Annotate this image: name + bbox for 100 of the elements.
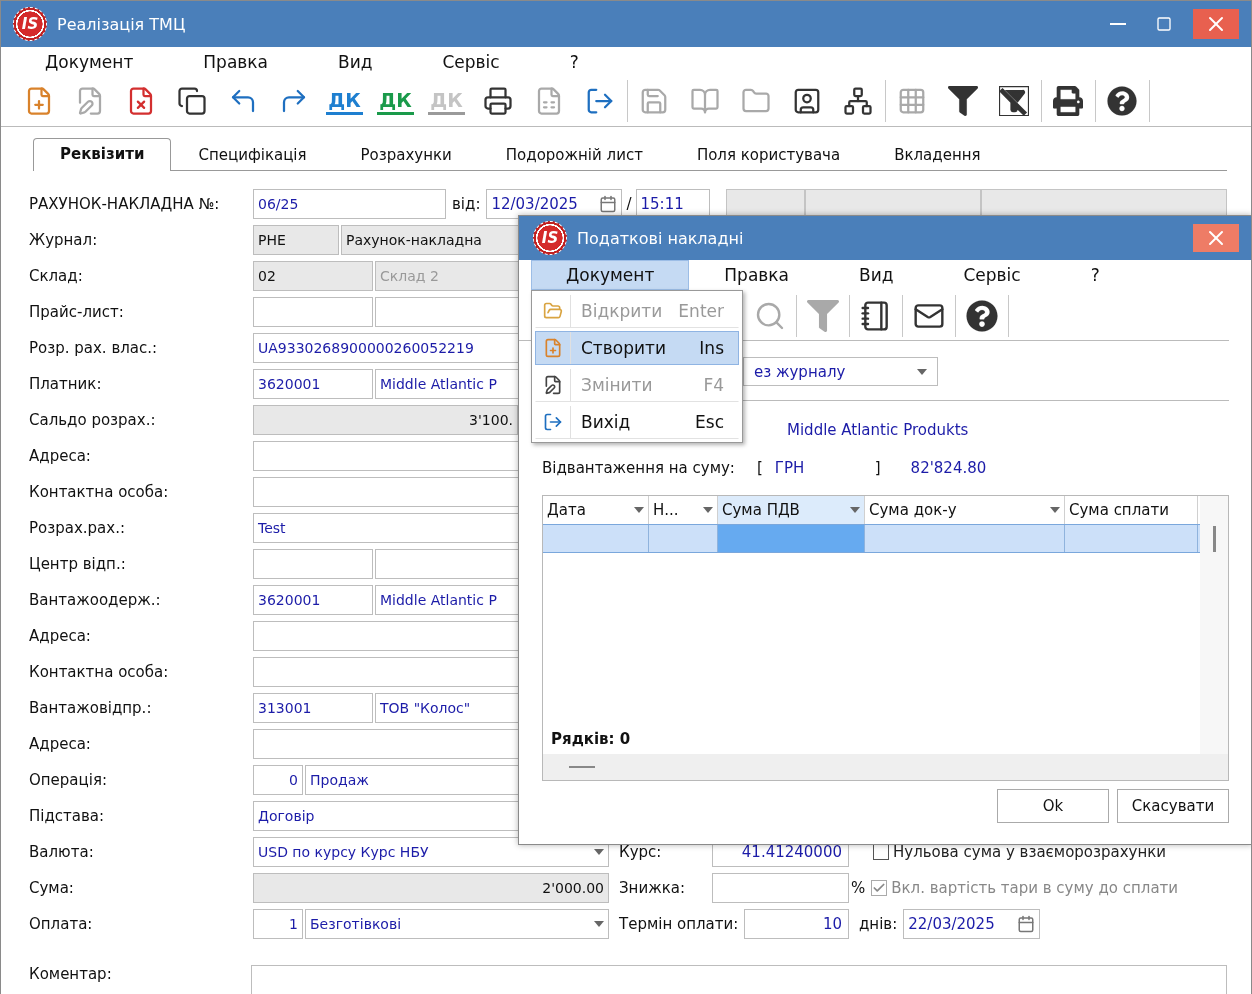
field-label: Знижка: xyxy=(619,879,686,897)
edit-file-icon xyxy=(543,375,563,395)
text-field[interactable]: РНЕ xyxy=(253,225,339,255)
open-folder-icon xyxy=(543,301,563,321)
text-field[interactable]: 313001 xyxy=(253,693,373,723)
cancel-button[interactable]: Скасувати xyxy=(1117,789,1229,823)
field-label: Центр відп.: xyxy=(29,555,127,573)
field-label: Прайс-лист: xyxy=(29,303,125,321)
menu-item[interactable]: Документ xyxy=(45,51,134,72)
field-label: Підстава: xyxy=(29,807,106,825)
field-label: Платник: xyxy=(29,375,103,393)
field-label: Термін оплати: xyxy=(619,915,739,933)
hierarchy-icon[interactable] xyxy=(842,86,873,116)
table-cell[interactable] xyxy=(718,525,865,552)
help-icon[interactable] xyxy=(966,300,998,332)
field-label: Розрах.рах.: xyxy=(29,519,126,537)
dk-button[interactable]: ДК xyxy=(377,87,414,115)
field-label: Коментар: xyxy=(29,965,113,983)
text-field[interactable]: 10 xyxy=(744,909,849,939)
grid-row[interactable] xyxy=(543,524,1200,553)
bracket-text: [ xyxy=(756,459,763,477)
field-label: Сума: xyxy=(29,879,75,897)
field-label: Відвантаження на суму: xyxy=(542,459,735,477)
ok-button[interactable]: Ok xyxy=(997,789,1109,823)
dropdown-field[interactable]: Безготівкові xyxy=(305,909,609,939)
field-label: Операція: xyxy=(29,771,108,789)
new-file-icon xyxy=(543,338,563,358)
text-field[interactable]: 2'000.00 xyxy=(253,873,609,903)
calendar-icon[interactable] xyxy=(599,195,618,213)
field-label: Розр. рах. влас.: xyxy=(29,339,159,357)
app-logo: IS xyxy=(13,7,47,41)
text-field[interactable]: 02 xyxy=(253,261,373,291)
text-field[interactable]: 06/25 xyxy=(253,189,446,219)
text-field[interactable] xyxy=(253,297,373,327)
menu-item[interactable]: ? xyxy=(569,51,579,72)
bracket-text: ] xyxy=(874,459,881,477)
app-logo: IS xyxy=(533,221,567,255)
menu-item[interactable]: Правка xyxy=(689,260,824,290)
text-field[interactable] xyxy=(712,873,849,903)
row-count: Рядків: 0 xyxy=(550,730,632,750)
text-field[interactable]: 3620001 xyxy=(253,585,373,615)
menu-item[interactable]: Правка xyxy=(203,51,268,72)
dk-button[interactable]: ДК xyxy=(326,87,363,115)
menu-item[interactable]: Сервіс xyxy=(442,51,500,72)
column-header[interactable]: Сума ПДВ xyxy=(718,496,865,524)
percent-sign: % xyxy=(851,879,866,897)
text-field[interactable] xyxy=(253,549,373,579)
separator-text: / xyxy=(626,195,632,213)
checkbox-label: Нульова сума у взаєморозрахунки xyxy=(893,843,1167,861)
field-label: Курс: xyxy=(619,843,663,861)
printer-icon[interactable] xyxy=(1052,86,1083,116)
help-icon[interactable] xyxy=(1106,86,1137,116)
close-button[interactable] xyxy=(1193,224,1239,252)
exit-icon xyxy=(543,412,563,432)
currency-text: ГРН xyxy=(774,459,806,477)
field-label: Контактна особа: xyxy=(29,663,170,681)
field-label: Оплата: xyxy=(29,915,94,933)
field-label: Контактна особа: xyxy=(29,483,170,501)
minimize-icon xyxy=(1110,23,1126,25)
text-field[interactable]: 3'100. xyxy=(253,405,518,435)
filter-clear-icon[interactable] xyxy=(998,86,1029,116)
field-label: днів: xyxy=(859,915,898,933)
field-label: Валюта: xyxy=(29,843,95,861)
checkbox-label: Вкл. вартість тари в суму до сплати xyxy=(891,879,1179,897)
menu-item[interactable]: Вихід Esc xyxy=(535,405,739,439)
caret-icon[interactable] xyxy=(594,921,604,927)
field-label: Адреса: xyxy=(29,627,92,645)
window-title: Реалізація ТМЦ xyxy=(57,14,187,34)
menu-item[interactable]: Сервіс xyxy=(928,260,1056,290)
field-label: Адреса: xyxy=(29,735,92,753)
field-label: РАХУНОК-НАКЛАДНА №: xyxy=(29,195,221,213)
text-field[interactable]: 1 xyxy=(253,909,303,939)
close-button[interactable] xyxy=(1193,9,1239,39)
tab[interactable]: Реквізити xyxy=(33,138,172,171)
calendar-icon[interactable] xyxy=(1017,915,1036,933)
menu-item[interactable]: ? xyxy=(1055,260,1135,290)
vertical-scrollbar[interactable] xyxy=(1200,496,1228,754)
horizontal-scrollbar[interactable] xyxy=(543,754,1228,780)
menu-item[interactable]: Створити Ins xyxy=(535,331,739,365)
menu-item[interactable]: Документ xyxy=(531,260,690,290)
copy-icon[interactable] xyxy=(176,86,207,116)
field-label: Журнал: xyxy=(29,231,99,249)
field-label: Склад: xyxy=(29,267,84,285)
field-label: Вантажоодерж.: xyxy=(29,591,162,609)
amount-text: 82'824.80 xyxy=(910,459,987,477)
filter-icon[interactable] xyxy=(947,86,978,116)
field-label: Сальдо розрах.: xyxy=(29,411,157,429)
counterparty-name: Middle Atlantic Produkts xyxy=(787,421,969,439)
text-field[interactable]: 3620001 xyxy=(253,369,373,399)
field-label: від: xyxy=(452,195,481,213)
dropdown-field[interactable]: ез журналу xyxy=(743,357,938,386)
menu-item[interactable]: Вид xyxy=(824,260,929,290)
print-document-icon[interactable] xyxy=(482,86,513,116)
text-field[interactable]: 0 xyxy=(253,765,303,795)
date-field[interactable]: 22/03/2025 xyxy=(903,909,1041,939)
dropdown-field[interactable]: USD по курсу Курс НБУ xyxy=(253,837,609,867)
field-label: Адреса: xyxy=(29,447,92,465)
field-label: Вантажовідпр.: xyxy=(29,699,153,717)
menu-item[interactable]: Вид xyxy=(338,51,373,72)
maximize-icon xyxy=(1156,16,1172,32)
